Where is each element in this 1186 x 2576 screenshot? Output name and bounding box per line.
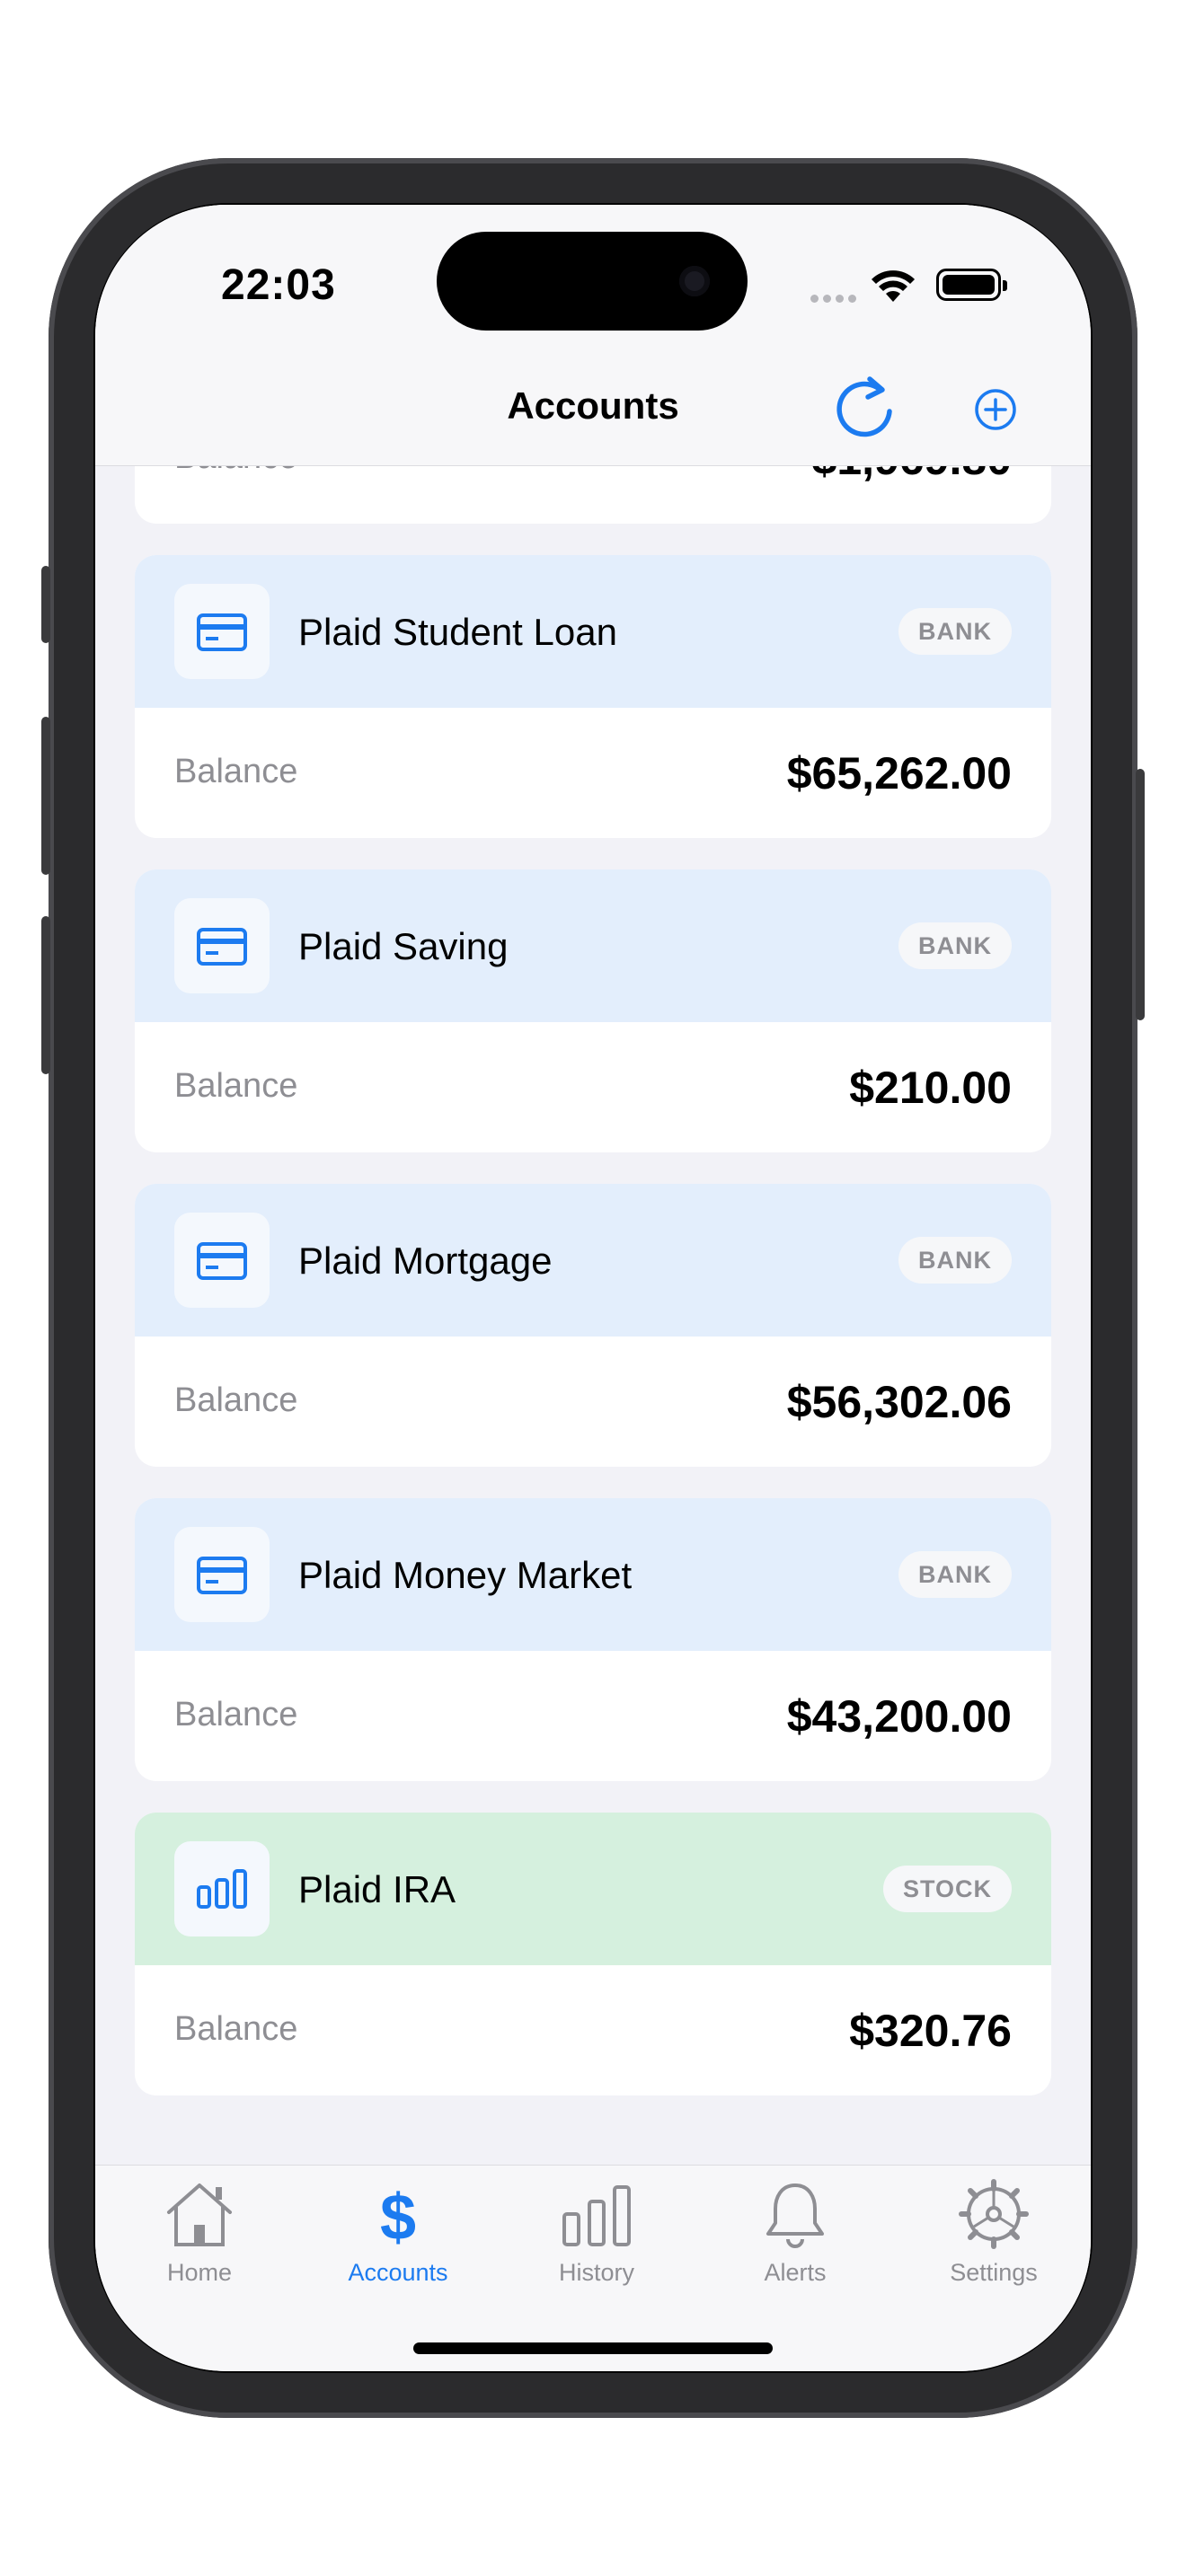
camera-icon [679, 266, 710, 296]
volume-up-button [41, 717, 50, 875]
account-card[interactable]: Plaid IRA STOCK Balance $320.76 [135, 1813, 1051, 2095]
account-type-badge: BANK [898, 1237, 1012, 1284]
account-name: Plaid Saving [298, 925, 509, 967]
account-card-header: Plaid Student Loan BANK [135, 555, 1051, 708]
home-indicator[interactable] [413, 2342, 773, 2354]
account-name: Plaid Money Market [298, 1554, 633, 1596]
balance-value: $210.00 [849, 1063, 1012, 1113]
balance-label: Balance [174, 1381, 298, 1419]
balance-row: Balance $43,200.00 [135, 1651, 1051, 1781]
balance-label: Balance [174, 2010, 298, 2048]
tab-label: History [558, 2259, 634, 2286]
dollar-icon: $ [380, 2182, 416, 2250]
gear-icon [959, 2179, 1029, 2249]
account-card[interactable]: Plaid Saving BANK Balance $210.00 [135, 869, 1051, 1152]
balance-value: $56,302.06 [786, 1377, 1012, 1427]
credit-card-icon [174, 898, 270, 993]
balance-label: Balance [174, 753, 298, 790]
tab-accounts[interactable]: $ Accounts [308, 2178, 488, 2286]
tab-alerts[interactable]: Alerts [705, 2178, 885, 2286]
tab-label: Settings [950, 2259, 1038, 2286]
tab-label: Alerts [764, 2259, 827, 2286]
balance-label: Balance [174, 1696, 298, 1734]
account-card-header: Plaid Mortgage BANK [135, 1184, 1051, 1337]
balance-row: Balance $56,302.06 [135, 1337, 1051, 1467]
credit-card-icon [174, 1213, 270, 1308]
tab-label: Home [166, 2259, 233, 2286]
account-card[interactable]: Plaid Money Market BANK Balance $43,200.… [135, 1498, 1051, 1781]
account-name: Plaid IRA [298, 1868, 456, 1910]
balance-label: Balance [174, 1067, 298, 1105]
tab-home[interactable]: Home [110, 2178, 289, 2286]
account-type-badge: BANK [898, 922, 1012, 969]
cellular-signal-icon [810, 291, 861, 307]
status-time: 22:03 [221, 261, 336, 309]
refresh-icon[interactable] [830, 374, 900, 444]
tab-history[interactable]: History [507, 2178, 686, 2286]
side-button [1136, 769, 1145, 1020]
tab-settings[interactable]: Settings [904, 2178, 1084, 2286]
balance-row: Balance $320.76 [135, 1965, 1051, 2095]
add-account-icon[interactable] [974, 388, 1017, 431]
account-card[interactable]: Plaid Student Loan BANK Balance $65,262.… [135, 555, 1051, 838]
account-card-header: Plaid IRA STOCK [135, 1813, 1051, 1965]
tab-bar: Home $ Accounts History Alerts Settings [95, 2165, 1091, 2371]
bell-icon [766, 2183, 824, 2248]
chart-bars-icon [562, 2185, 631, 2246]
account-card-header: Plaid Saving BANK [135, 869, 1051, 1022]
volume-down-button [41, 916, 50, 1074]
tab-label: Accounts [348, 2259, 448, 2286]
chart-bars-icon [174, 1841, 270, 1936]
account-card[interactable]: Plaid Mortgage BANK Balance $56,302.06 [135, 1184, 1051, 1467]
status-bar: 22:03 [95, 205, 1091, 348]
navigation-bar: 22:03 Accounts [95, 205, 1091, 466]
credit-card-icon [174, 1527, 270, 1622]
wifi-icon [872, 270, 915, 302]
house-icon [167, 2183, 232, 2246]
account-card-header: Plaid Money Market BANK [135, 1498, 1051, 1651]
balance-row: Balance $65,262.00 [135, 708, 1051, 838]
dynamic-island [437, 232, 748, 331]
app-screen: Balance $1,969.80 Plaid Student Loan BAN… [95, 205, 1091, 2371]
account-type-badge: STOCK [882, 1866, 1012, 1912]
battery-icon [936, 269, 1007, 301]
account-name: Plaid Mortgage [298, 1239, 553, 1282]
svg-text:$: $ [380, 2182, 416, 2250]
balance-value: $65,262.00 [786, 748, 1012, 798]
account-name: Plaid Student Loan [298, 611, 617, 653]
account-type-badge: BANK [898, 608, 1012, 655]
balance-row: Balance $210.00 [135, 1022, 1051, 1152]
balance-value: $43,200.00 [786, 1691, 1012, 1742]
account-type-badge: BANK [898, 1551, 1012, 1598]
page-title: Accounts [507, 384, 679, 427]
action-button [41, 566, 50, 643]
credit-card-icon [174, 584, 270, 679]
balance-value: $320.76 [849, 2006, 1012, 2056]
